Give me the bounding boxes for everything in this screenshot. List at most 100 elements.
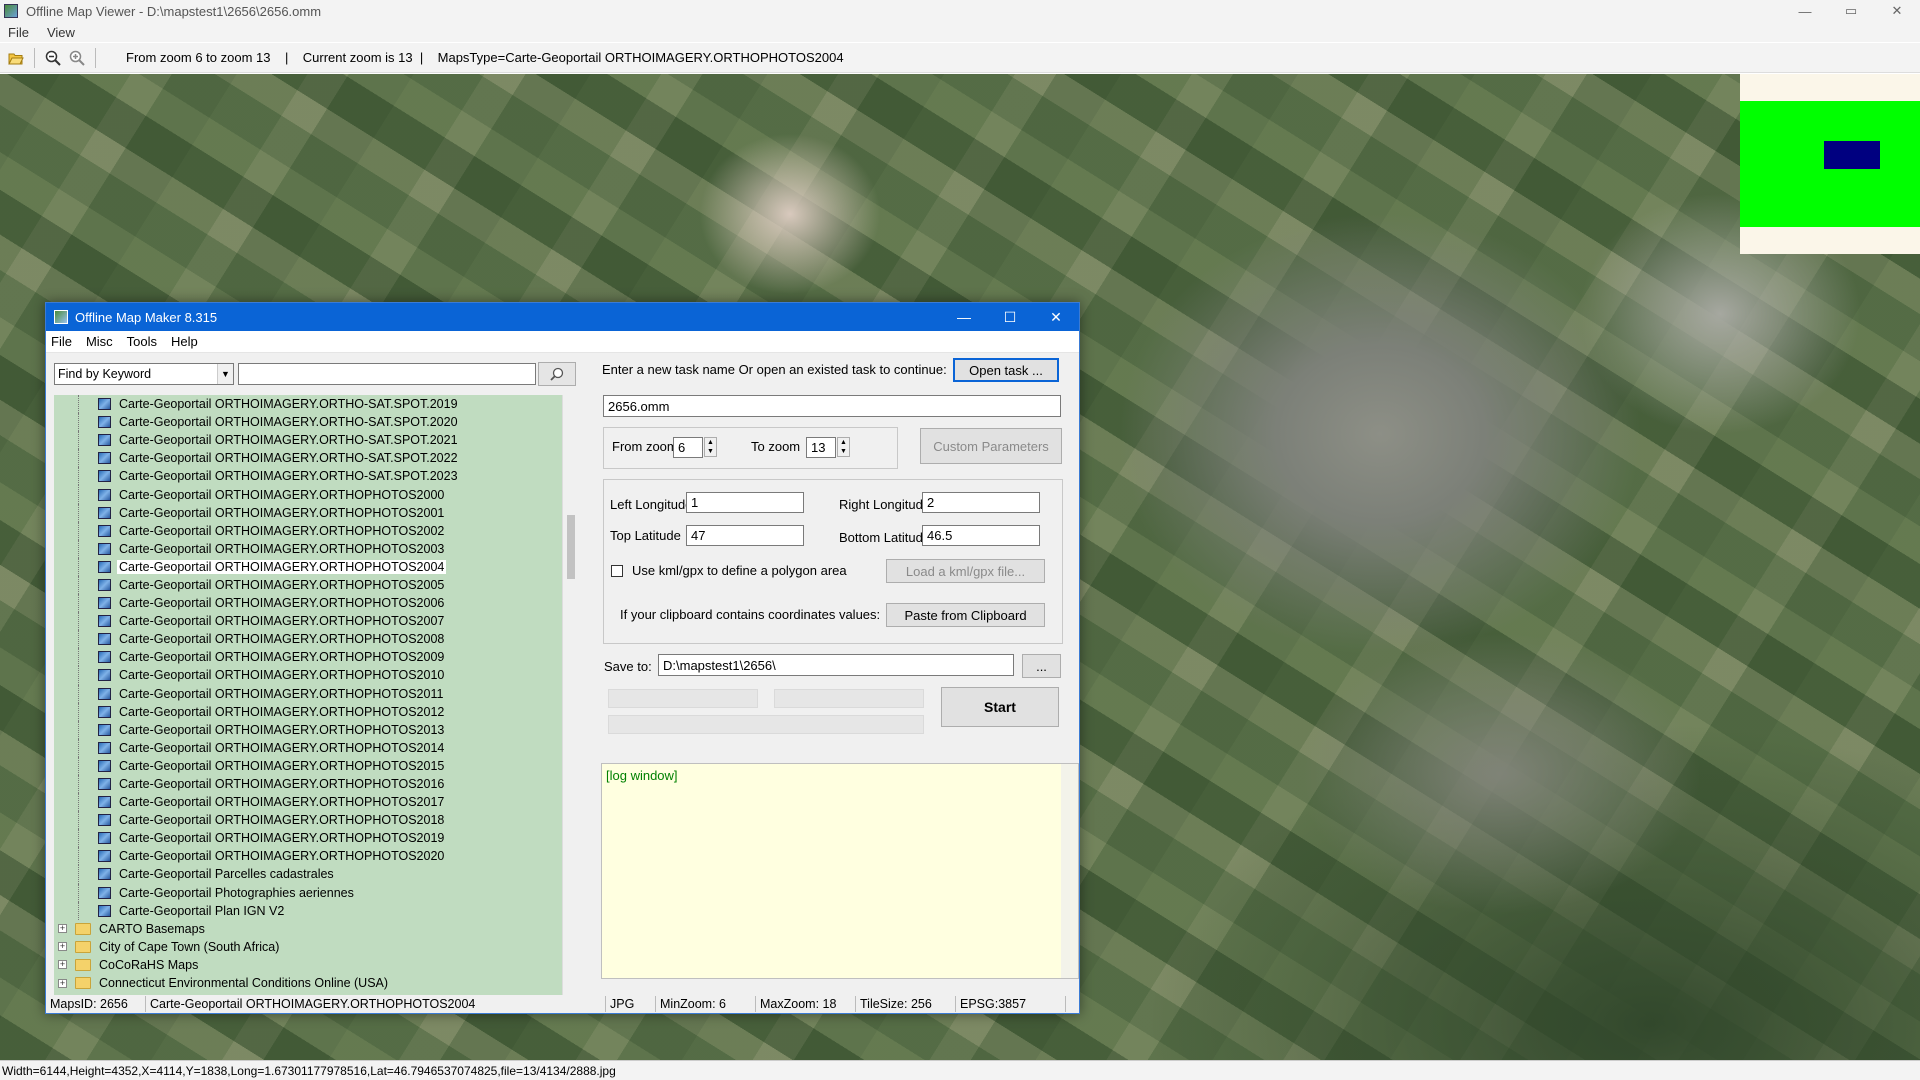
from-zoom-field[interactable]: 6 bbox=[673, 437, 703, 458]
tree-item-label: Carte-Geoportail ORTHOIMAGERY.ORTHOPHOTO… bbox=[119, 740, 445, 755]
progress-bar-1 bbox=[608, 689, 758, 708]
browse-button[interactable]: ... bbox=[1022, 654, 1061, 678]
zoom-in-icon[interactable] bbox=[65, 46, 89, 70]
map-source-tree[interactable]: Carte-Geoportail ORTHOIMAGERY.ORTHO-SAT.… bbox=[54, 395, 579, 995]
minimize-button[interactable]: — bbox=[1782, 0, 1828, 22]
app-icon bbox=[4, 4, 18, 18]
tree-item-folder[interactable]: + CARTO Basemaps bbox=[54, 920, 579, 938]
tree-item-map[interactable]: Carte-Geoportail ORTHOIMAGERY.ORTHO-SAT.… bbox=[54, 449, 579, 468]
tree-line bbox=[78, 774, 79, 794]
tree-item-map[interactable]: Carte-Geoportail Parcelles cadastrales bbox=[54, 865, 579, 884]
overview-viewport-rect[interactable] bbox=[1824, 141, 1880, 169]
tree-item-map[interactable]: Carte-Geoportail ORTHOIMAGERY.ORTHOPHOTO… bbox=[54, 648, 579, 667]
tree-item-map[interactable]: Carte-Geoportail ORTHOIMAGERY.ORTHOPHOTO… bbox=[54, 521, 579, 540]
dialog-menu-file[interactable]: File bbox=[51, 334, 72, 349]
expand-icon[interactable]: + bbox=[58, 924, 67, 934]
log-window[interactable]: [log window] bbox=[601, 763, 1079, 979]
tree-item-map[interactable]: Carte-Geoportail ORTHOIMAGERY.ORTHOPHOTO… bbox=[54, 684, 579, 703]
menu-view[interactable]: View bbox=[47, 25, 75, 40]
tree-item-map[interactable]: Carte-Geoportail Plan IGN V2 bbox=[54, 901, 579, 920]
task-name-field[interactable]: 2656.omm bbox=[603, 395, 1061, 417]
save-to-field[interactable]: D:\mapstest1\2656\ bbox=[658, 654, 1014, 676]
paste-clipboard-button[interactable]: Paste from Clipboard bbox=[886, 603, 1045, 627]
tree-item-map[interactable]: Carte-Geoportail ORTHOIMAGERY.ORTHOPHOTO… bbox=[54, 702, 579, 721]
tree-item-label: Carte-Geoportail ORTHOIMAGERY.ORTHOPHOTO… bbox=[119, 523, 445, 538]
maximize-button[interactable]: ▭ bbox=[1828, 0, 1874, 22]
start-button[interactable]: Start bbox=[941, 687, 1059, 727]
tree-item-map[interactable]: Carte-Geoportail ORTHOIMAGERY.ORTHOPHOTO… bbox=[54, 630, 579, 649]
tree-item-map[interactable]: Carte-Geoportail ORTHOIMAGERY.ORTHO-SAT.… bbox=[54, 395, 579, 414]
search-icon[interactable] bbox=[538, 362, 576, 386]
tree-item-map[interactable]: Carte-Geoportail ORTHOIMAGERY.ORTHOPHOTO… bbox=[54, 503, 579, 522]
tree-item-map[interactable]: Carte-Geoportail ORTHOIMAGERY.ORTHOPHOTO… bbox=[54, 594, 579, 613]
top-latitude-field[interactable]: 47 bbox=[686, 525, 804, 546]
dialog-minimize-button[interactable]: — bbox=[941, 303, 987, 331]
tree-item-map[interactable]: Carte-Geoportail ORTHOIMAGERY.ORTHO-SAT.… bbox=[54, 431, 579, 450]
map-layer-icon bbox=[98, 723, 111, 736]
tree-line bbox=[78, 467, 79, 486]
from-zoom-stepper[interactable]: ▲ ▼ bbox=[704, 437, 717, 457]
main-title-bar: Offline Map Viewer - D:\mapstest1\2656\2… bbox=[0, 0, 1920, 22]
folder-open-icon[interactable] bbox=[4, 46, 28, 70]
zoom-out-icon[interactable] bbox=[41, 46, 65, 70]
map-layer-icon bbox=[98, 687, 111, 700]
dialog-maximize-button[interactable]: ☐ bbox=[987, 303, 1033, 331]
expand-icon[interactable]: + bbox=[58, 960, 67, 970]
use-kml-checkbox[interactable] bbox=[611, 565, 623, 577]
tree-item-map[interactable]: Carte-Geoportail ORTHOIMAGERY.ORTHOPHOTO… bbox=[54, 720, 579, 739]
tree-item-map[interactable]: Carte-Geoportail ORTHOIMAGERY.ORTHOPHOTO… bbox=[54, 774, 579, 794]
tree-item-folder[interactable]: + Connecticut Environmental Conditions On… bbox=[54, 974, 579, 992]
tree-item-map[interactable]: Carte-Geoportail ORTHOIMAGERY.ORTHOPHOTO… bbox=[54, 575, 579, 595]
tree-item-map[interactable]: Carte-Geoportail ORTHOIMAGERY.ORTHOPHOTO… bbox=[54, 485, 579, 504]
tree-scroll-thumb[interactable] bbox=[567, 515, 575, 579]
expand-icon[interactable]: + bbox=[58, 942, 67, 952]
map-layer-icon bbox=[98, 832, 111, 845]
tree-line bbox=[78, 503, 79, 522]
tree-item-map[interactable]: Carte-Geoportail ORTHOIMAGERY.ORTHO-SAT.… bbox=[54, 413, 579, 432]
to-zoom-stepper[interactable]: ▲ ▼ bbox=[837, 437, 850, 457]
tree-item-map[interactable]: Carte-Geoportail ORTHOIMAGERY.ORTHOPHOTO… bbox=[54, 793, 579, 812]
bottom-latitude-field[interactable]: 46.5 bbox=[922, 525, 1040, 546]
expand-icon[interactable]: + bbox=[58, 978, 67, 988]
tree-item-folder[interactable]: + CoCoRaHS Maps bbox=[54, 956, 579, 974]
log-text: [log window] bbox=[606, 768, 678, 783]
tree-item-map[interactable]: Carte-Geoportail ORTHOIMAGERY.ORTHOPHOTO… bbox=[54, 666, 579, 685]
tree-item-folder[interactable]: + City of Cape Town (South Africa) bbox=[54, 938, 579, 956]
tree-item-label: Carte-Geoportail ORTHOIMAGERY.ORTHOPHOTO… bbox=[119, 632, 445, 647]
find-by-select[interactable]: Find by Keyword ▼ bbox=[54, 363, 234, 385]
tree-item-map[interactable]: Carte-Geoportail ORTHOIMAGERY.ORTHOPHOTO… bbox=[54, 756, 579, 775]
menu-file[interactable]: File bbox=[8, 25, 29, 40]
dialog-menu-help[interactable]: Help bbox=[171, 334, 198, 349]
map-layer-icon bbox=[98, 886, 111, 899]
chevron-down-icon[interactable]: ▼ bbox=[217, 364, 233, 384]
right-longitude-field[interactable]: 2 bbox=[922, 492, 1040, 513]
overview-map[interactable] bbox=[1740, 74, 1920, 254]
tree-item-map[interactable]: Carte-Geoportail ORTHOIMAGERY.ORTHOPHOTO… bbox=[54, 738, 579, 757]
tree-item-map[interactable]: Carte-Geoportail ORTHOIMAGERY.ORTHOPHOTO… bbox=[54, 557, 579, 576]
use-kml-label: Use kml/gpx to define a polygon area bbox=[632, 563, 847, 578]
dialog-menu-misc[interactable]: Misc bbox=[86, 334, 113, 349]
dialog-menu-tools[interactable]: Tools bbox=[127, 334, 157, 349]
tree-item-map[interactable]: Carte-Geoportail ORTHOIMAGERY.ORTHO-SAT.… bbox=[54, 467, 579, 486]
search-input[interactable] bbox=[238, 363, 536, 385]
tree-item-map[interactable]: Carte-Geoportail ORTHOIMAGERY.ORTHOPHOTO… bbox=[54, 539, 579, 558]
left-longitude-field[interactable]: 1 bbox=[686, 492, 804, 513]
tree-item-label: Carte-Geoportail ORTHOIMAGERY.ORTHOPHOTO… bbox=[119, 541, 445, 556]
tree-item-map[interactable]: Carte-Geoportail Photographies aeriennes bbox=[54, 883, 579, 902]
close-button[interactable]: ✕ bbox=[1874, 0, 1920, 22]
from-zoom-label: From zoom bbox=[612, 439, 678, 454]
tree-scrollbar[interactable] bbox=[562, 395, 579, 995]
custom-parameters-button[interactable]: Custom Parameters bbox=[920, 428, 1062, 464]
to-zoom-field[interactable]: 13 bbox=[806, 437, 836, 458]
bottom-latitude-label: Bottom Latitude bbox=[839, 530, 931, 545]
tree-item-map[interactable]: Carte-Geoportail ORTHOIMAGERY.ORTHOPHOTO… bbox=[54, 847, 579, 866]
dialog-title-bar[interactable]: Offline Map Maker 8.315 — ☐ ✕ bbox=[46, 303, 1079, 331]
tree-item-map[interactable]: Carte-Geoportail ORTHOIMAGERY.ORTHOPHOTO… bbox=[54, 829, 579, 848]
log-scrollbar[interactable] bbox=[1061, 764, 1078, 978]
tree-item-label: Carte-Geoportail ORTHOIMAGERY.ORTHOPHOTO… bbox=[119, 487, 445, 502]
dialog-close-button[interactable]: ✕ bbox=[1033, 303, 1079, 331]
open-task-button[interactable]: Open task ... bbox=[953, 358, 1059, 382]
load-kml-button[interactable]: Load a kml/gpx file... bbox=[886, 559, 1045, 583]
tree-item-map[interactable]: Carte-Geoportail ORTHOIMAGERY.ORTHOPHOTO… bbox=[54, 612, 579, 631]
tree-item-map[interactable]: Carte-Geoportail ORTHOIMAGERY.ORTHOPHOTO… bbox=[54, 811, 579, 830]
